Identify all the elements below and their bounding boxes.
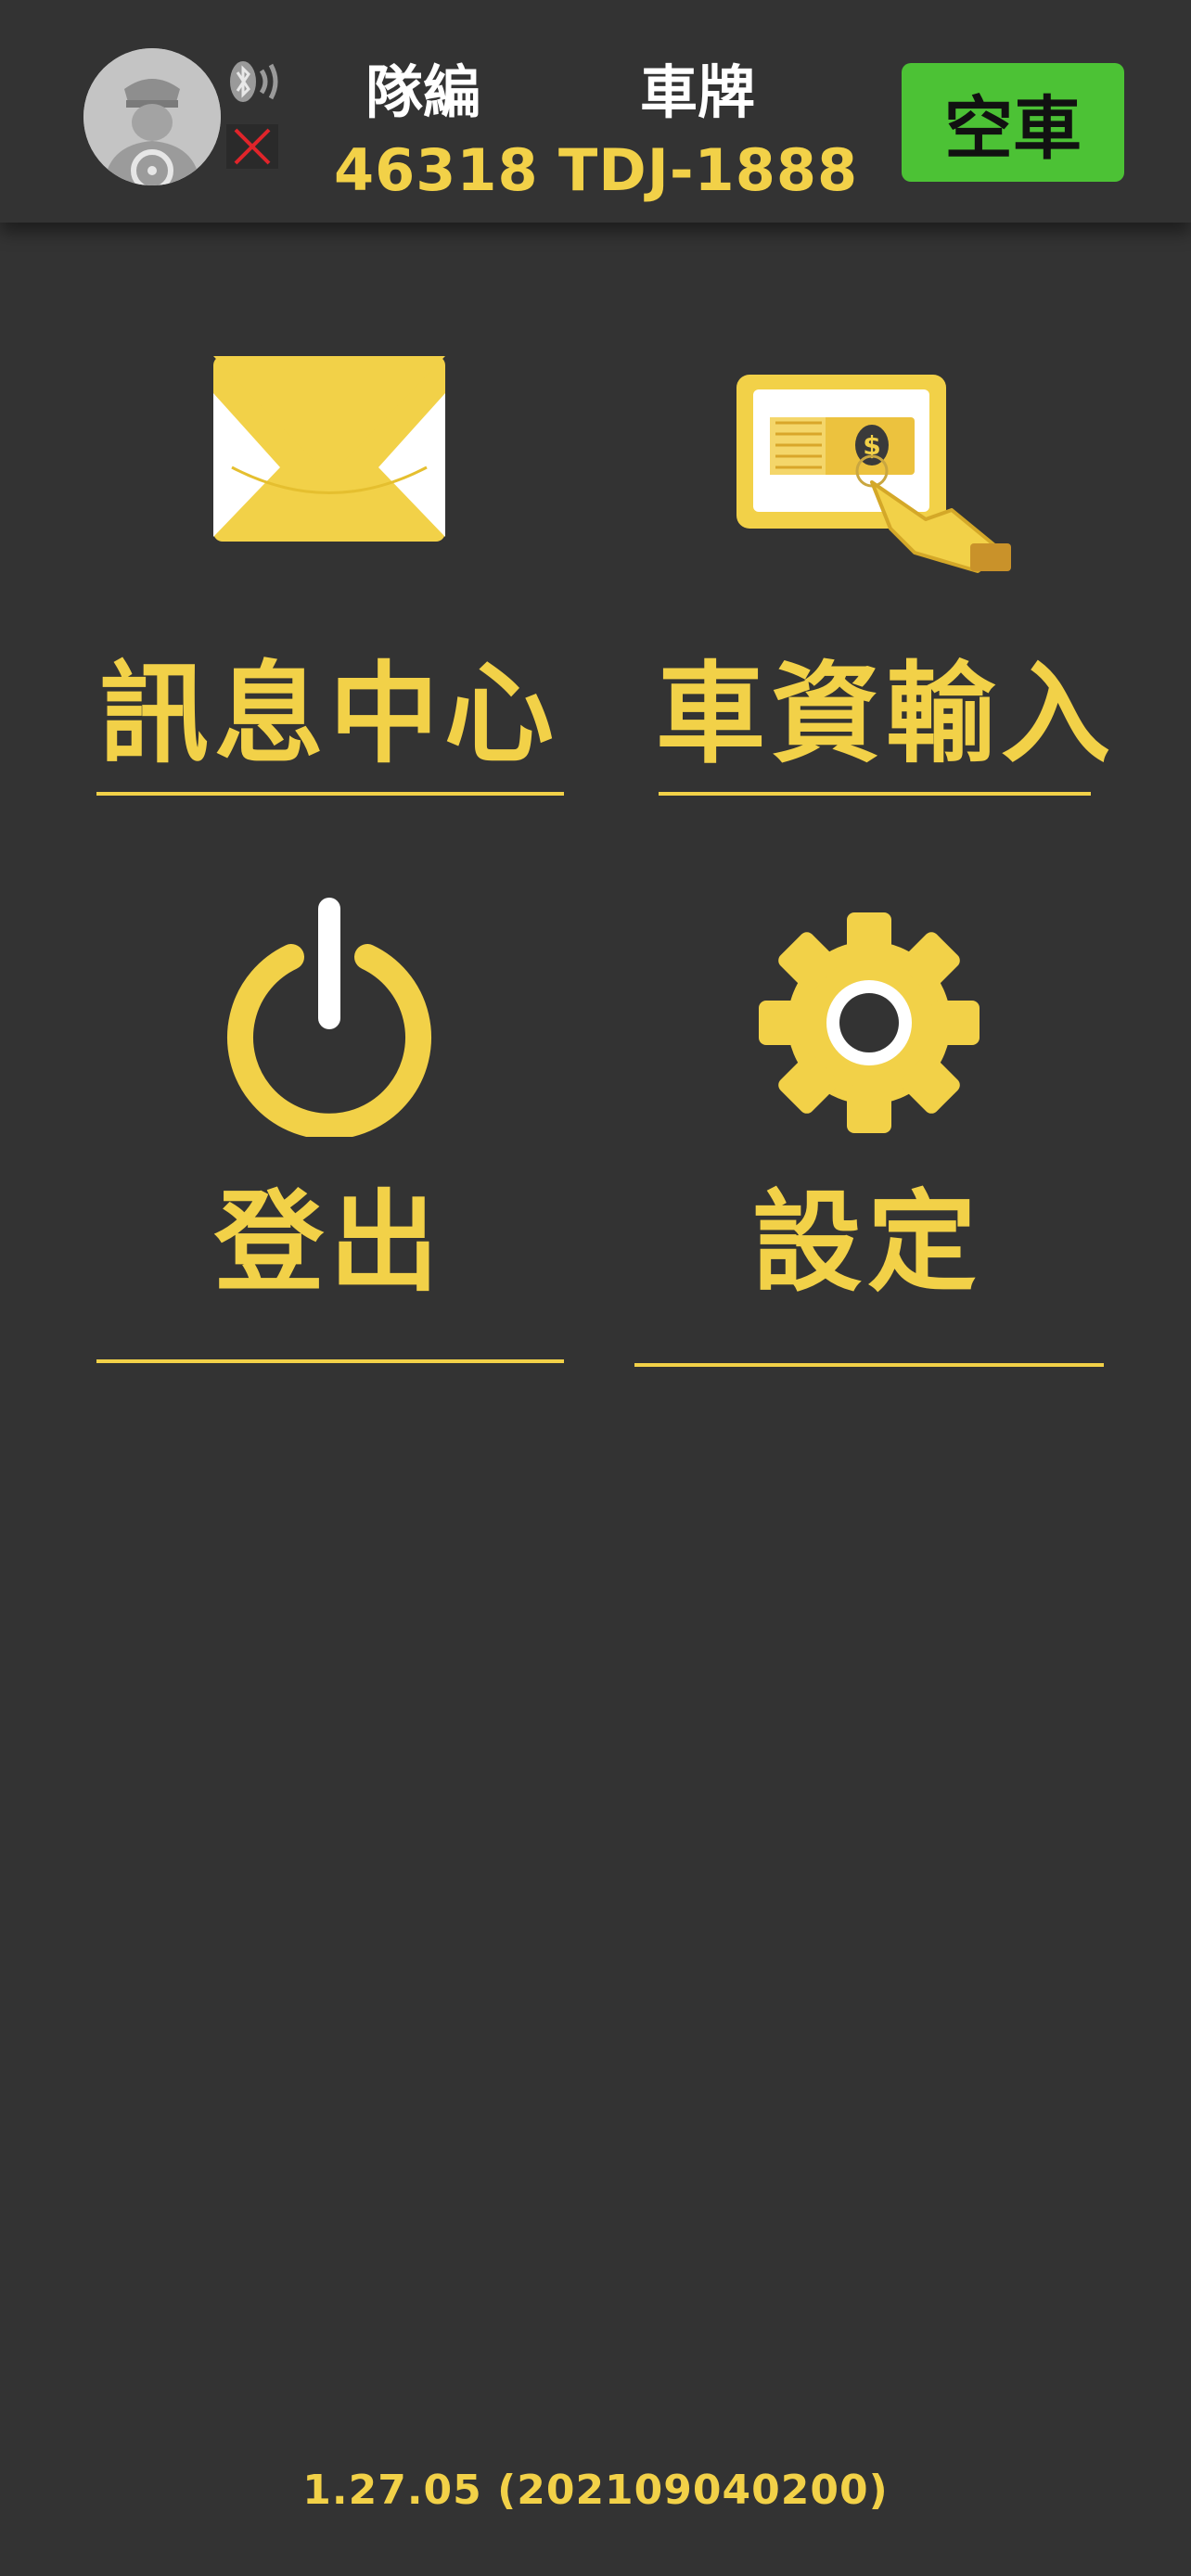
plate-label: 車牌 [640, 58, 756, 126]
message-center-button[interactable]: 訊息中心 [93, 334, 566, 816]
bluetooth-signal-icon [223, 57, 280, 106]
power-icon [223, 896, 436, 1141]
settings-button[interactable]: 設定 [631, 890, 1104, 1372]
message-center-label: 訊息中心 [98, 650, 559, 778]
vehicle-input-button[interactable]: $ 車資輸入 [649, 334, 1122, 816]
logout-underline [96, 1359, 564, 1363]
top-bar: 隊編 46318 車牌 TDJ-1888 空車 [0, 0, 1191, 223]
vehicle-input-label: 車資輸入 [655, 650, 1116, 778]
plate-value: TDJ-1888 [558, 136, 859, 204]
money-card-tap-icon: $ [733, 371, 1020, 579]
app-version: 1.27.05 (202109040200) [302, 2467, 889, 2514]
message-center-underline [96, 792, 564, 796]
logout-button[interactable]: 登出 [93, 890, 566, 1372]
envelope-icon [213, 356, 445, 545]
settings-label: 設定 [751, 1179, 982, 1307]
vacant-status-button[interactable]: 空車 [902, 63, 1124, 182]
connection-error-icon [226, 124, 278, 169]
home-screen: 隊編 46318 車牌 TDJ-1888 空車 訊息中心 $ 車資輸入 登出 設… [0, 0, 1191, 2576]
logout-label: 登出 [213, 1179, 444, 1307]
settings-underline [634, 1363, 1104, 1367]
fleet-number-label: 隊編 [365, 58, 481, 126]
driver-avatar-icon[interactable] [83, 48, 221, 185]
fleet-number-value: 46318 [334, 136, 539, 204]
gear-icon [753, 907, 985, 1142]
vehicle-input-underline [659, 792, 1091, 796]
